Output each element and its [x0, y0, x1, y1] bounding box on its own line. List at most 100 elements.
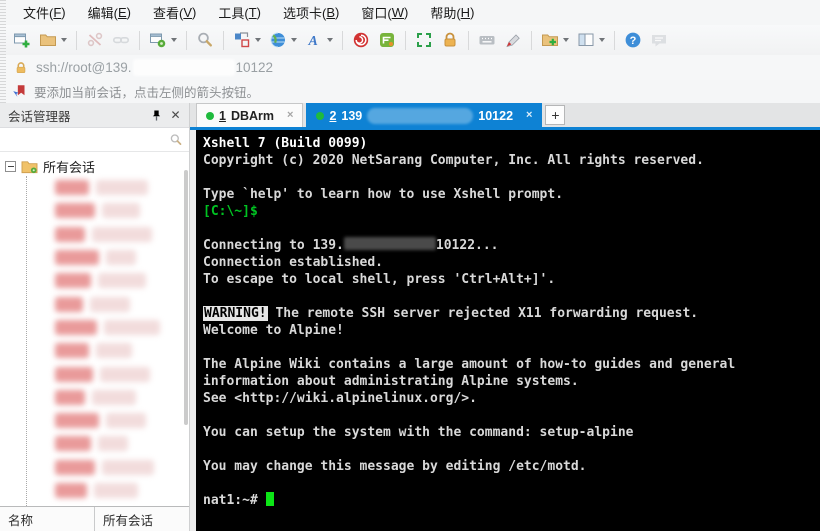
properties-icon: [149, 31, 167, 49]
session-tab-1[interactable]: 1 DBArm ×: [196, 103, 304, 127]
dropdown-caret-icon[interactable]: [255, 38, 261, 42]
session-item-redacted[interactable]: [0, 246, 183, 269]
tree-root-all-sessions[interactable]: 所有会话: [0, 152, 189, 177]
session-list: [0, 176, 183, 506]
toolbar-separator: [342, 30, 343, 50]
session-item-redacted[interactable]: [0, 339, 183, 362]
info-bar: 要添加当前会话，点击左侧的箭头按钮。: [0, 80, 820, 104]
terminal-text: Connection established.: [203, 255, 384, 270]
globe-icon: [269, 31, 287, 49]
address-bar[interactable]: ssh://root@139. 10122: [0, 55, 820, 81]
tab-close-icon[interactable]: ×: [287, 110, 293, 121]
xftp-button[interactable]: [375, 29, 399, 51]
dropdown-caret-icon[interactable]: [599, 38, 605, 42]
encoding-button[interactable]: [266, 29, 300, 51]
open-button[interactable]: [36, 29, 70, 51]
session-redaction-blob: [55, 250, 99, 266]
terminal-line: Welcome to Alpine!: [203, 322, 820, 339]
terminal-text: Welcome to Alpine!: [203, 323, 344, 338]
fullscreen-button[interactable]: [412, 29, 436, 51]
menu-view[interactable]: 查看(V): [142, 0, 207, 25]
dropdown-caret-icon[interactable]: [563, 38, 569, 42]
find-button[interactable]: [193, 29, 217, 51]
compose-icon: [233, 31, 251, 49]
session-manager-footer: 名称 所有会话: [0, 506, 189, 531]
new-tab-button[interactable]: +: [545, 105, 566, 125]
layout-button[interactable]: [574, 29, 608, 51]
session-item-redacted[interactable]: [0, 409, 183, 432]
keyboard-button[interactable]: [475, 29, 499, 51]
session-redaction-blob: [106, 413, 146, 429]
dropdown-caret-icon[interactable]: [61, 38, 67, 42]
terminal-text: [C:\~]$: [203, 204, 258, 219]
terminal-line: Xshell 7 (Build 0099): [203, 135, 820, 152]
sessions-folder-icon: [21, 159, 38, 174]
tab-number: 1: [219, 108, 226, 123]
new-session-icon: [13, 31, 31, 49]
session-item-redacted[interactable]: [0, 223, 183, 246]
menu-edit[interactable]: 编辑(E): [77, 0, 142, 25]
session-item-redacted[interactable]: [0, 479, 183, 502]
session-item-redacted[interactable]: [0, 199, 183, 222]
menu-help[interactable]: 帮助(H): [419, 0, 485, 25]
session-item-redacted[interactable]: [0, 316, 183, 339]
dropdown-caret-icon[interactable]: [171, 38, 177, 42]
terminal[interactable]: Xshell 7 (Build 0099) Copyright (c) 2020 …: [196, 130, 820, 531]
terminal-line: Type `help' to learn how to use Xshell p…: [203, 186, 820, 203]
menu-file[interactable]: 文件(F): [12, 0, 77, 25]
session-redaction-blob: [55, 296, 83, 312]
compose-button[interactable]: [230, 29, 264, 51]
session-search-box[interactable]: [0, 128, 189, 152]
footer-column-name[interactable]: 名称: [0, 507, 95, 531]
session-item-redacted[interactable]: [0, 292, 183, 315]
tab-title: 10122: [478, 108, 514, 123]
pin-icon[interactable]: [147, 106, 166, 124]
tab-close-icon[interactable]: ×: [526, 110, 532, 121]
toolbar-separator: [531, 30, 532, 50]
session-manager-panel: 会话管理器 ✕ 所有会话 名称 所有会话: [0, 103, 190, 531]
session-redaction-blob: [92, 226, 152, 242]
help-button[interactable]: ?: [621, 29, 645, 51]
dropdown-caret-icon[interactable]: [291, 38, 297, 42]
session-item-redacted[interactable]: [0, 432, 183, 455]
svg-text:A: A: [308, 34, 318, 49]
session-redaction-blob: [92, 389, 136, 405]
session-redaction-blob: [106, 250, 136, 266]
dropdown-caret-icon[interactable]: [327, 38, 333, 42]
sidebar-scrollbar[interactable]: [184, 170, 188, 425]
new-folder-button[interactable]: [538, 29, 572, 51]
menu-tools[interactable]: 工具(T): [207, 0, 272, 25]
terminal-line: nat1:~#: [203, 492, 820, 509]
close-panel-icon[interactable]: ✕: [166, 106, 185, 124]
lock-button[interactable]: [438, 29, 462, 51]
session-item-redacted[interactable]: [0, 362, 183, 385]
footer-column-all-sessions[interactable]: 所有会话: [95, 507, 189, 531]
terminal-text: You may change this message by editing /…: [203, 459, 587, 474]
terminal-text: 10122...: [435, 238, 499, 253]
collapse-icon[interactable]: [5, 161, 16, 172]
properties-button[interactable]: [146, 29, 180, 51]
new-session-button[interactable]: [10, 29, 34, 51]
toolbar-separator: [76, 30, 77, 50]
terminal-text: The Alpine Wiki contains a large amount …: [203, 357, 736, 372]
xftp-icon: [378, 31, 396, 49]
session-search-input[interactable]: [6, 129, 169, 150]
session-item-redacted[interactable]: [0, 176, 183, 199]
terminal-line: WARNING! The remote SSH server rejected …: [203, 305, 820, 322]
font-button[interactable]: A: [302, 29, 336, 51]
xagent-button[interactable]: [349, 29, 373, 51]
highlight-button[interactable]: [501, 29, 525, 51]
session-redaction-blob: [55, 343, 89, 359]
address-suffix: 10122: [235, 60, 274, 75]
menu-window[interactable]: 窗口(W): [350, 0, 419, 25]
terminal-text: Type `help' to learn how to use Xshell p…: [203, 187, 564, 202]
session-item-redacted[interactable]: [0, 386, 183, 409]
session-item-redacted[interactable]: [0, 269, 183, 292]
disconnect-button: [83, 29, 107, 51]
session-item-redacted[interactable]: [0, 456, 183, 479]
menu-tab[interactable]: 选项卡(B): [272, 0, 350, 25]
session-tab-2[interactable]: 2 139 10122 ×: [306, 103, 543, 127]
